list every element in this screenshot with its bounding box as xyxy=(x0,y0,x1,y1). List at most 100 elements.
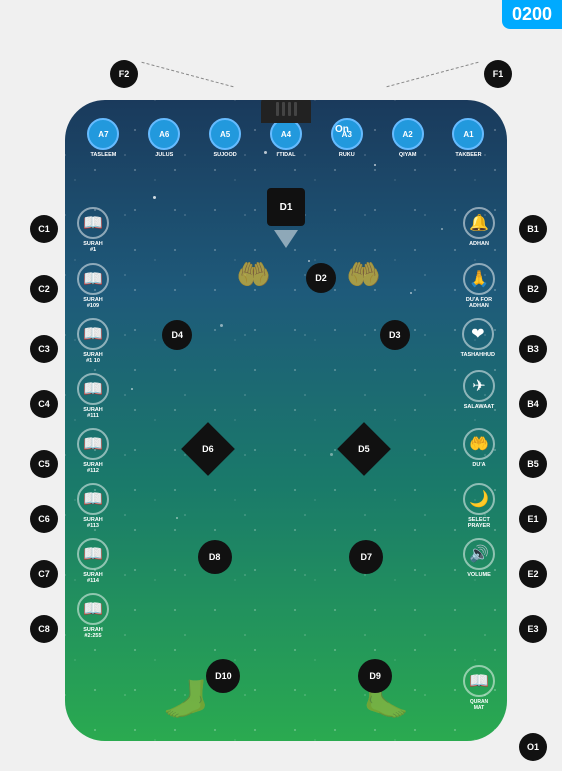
a1-group[interactable]: A1 TAKBEER xyxy=(452,118,484,158)
c5-button[interactable]: C5 xyxy=(30,450,58,478)
e1-inner-circle[interactable]: 🌙 xyxy=(463,483,495,515)
e2-button[interactable]: E2 xyxy=(519,560,547,588)
d1-group[interactable]: D1 xyxy=(267,188,305,248)
d5-diamond-wrapper[interactable]: D5 xyxy=(345,430,383,468)
c7-inner[interactable]: 📖 SURAH#114 xyxy=(77,538,109,584)
d1-button[interactable]: D1 xyxy=(267,188,305,226)
d2-group[interactable]: 🤲 D2 🤲 xyxy=(306,263,336,293)
a7-group[interactable]: A7 TASLEEM xyxy=(87,118,119,158)
d6-button[interactable]: D6 xyxy=(181,422,235,476)
b1-inner-circle[interactable]: 🔔 xyxy=(463,207,495,239)
c7-inner-label: SURAH#114 xyxy=(83,572,103,584)
d5-button[interactable]: D5 xyxy=(337,422,391,476)
c7-inner-circle[interactable]: 📖 xyxy=(77,538,109,570)
b5-inner[interactable]: 🤲 DU'A xyxy=(463,428,495,468)
b5-button[interactable]: B5 xyxy=(519,450,547,478)
a6-button[interactable]: A6 xyxy=(148,118,180,150)
b3-inner-label: TASHAHHUD xyxy=(461,352,495,358)
a4-group[interactable]: A4 I'TIDAL xyxy=(270,118,302,158)
c6-inner-label: SURAH#113 xyxy=(83,517,103,529)
d8-button-wrapper[interactable]: D8 xyxy=(198,540,232,574)
c1-inner-circle[interactable]: 📖 xyxy=(77,207,109,239)
c2-inner-label: SURAH#109 xyxy=(83,297,103,309)
a2-group[interactable]: A2 QIYAM xyxy=(392,118,424,158)
f2-dashed-line xyxy=(141,62,233,88)
c2-inner-circle[interactable]: 📖 xyxy=(77,263,109,295)
c5-inner-label: SURAH#112 xyxy=(83,462,103,474)
a2-button[interactable]: A2 xyxy=(392,118,424,150)
c5-inner-circle[interactable]: 📖 xyxy=(77,428,109,460)
d4-button[interactable]: D4 xyxy=(162,320,192,350)
e2-inner-circle[interactable]: 🔊 xyxy=(463,538,495,570)
a1-label: TAKBEER xyxy=(455,152,481,158)
e3-inner[interactable]: 📖 QURANMAT xyxy=(463,665,495,711)
a2-label: QIYAM xyxy=(399,152,417,158)
b1-inner-label: ADHAN xyxy=(469,241,489,247)
c8-inner-circle[interactable]: 📖 xyxy=(77,593,109,625)
speaker xyxy=(261,100,311,123)
product-badge: 0200 xyxy=(502,0,562,29)
a6-group[interactable]: A6 JULUS xyxy=(148,118,180,158)
c2-button[interactable]: C2 xyxy=(30,275,58,303)
b4-inner[interactable]: ✈ SALAWAAT xyxy=(463,370,495,410)
b3-inner-circle[interactable]: ❤ xyxy=(462,318,494,350)
c1-button[interactable]: C1 xyxy=(30,215,58,243)
f1-button[interactable]: F1 xyxy=(484,60,512,88)
a5-group[interactable]: A5 SUJOOD xyxy=(209,118,241,158)
c3-inner-circle[interactable]: 📖 xyxy=(77,318,109,350)
a7-label: TASLEEM xyxy=(90,152,116,158)
d7-button[interactable]: D7 xyxy=(349,540,383,574)
c3-button[interactable]: C3 xyxy=(30,335,58,363)
d9-button[interactable]: D9 xyxy=(358,659,392,693)
d7-button-wrapper[interactable]: D7 xyxy=(349,540,383,574)
e1-inner[interactable]: 🌙 SELECTPRAYER xyxy=(463,483,495,529)
a4-label: I'TIDAL xyxy=(276,152,295,158)
d8-button[interactable]: D8 xyxy=(198,540,232,574)
e1-button[interactable]: E1 xyxy=(519,505,547,533)
c4-button[interactable]: C4 xyxy=(30,390,58,418)
c8-inner[interactable]: 📖 SURAH#2:255 xyxy=(77,593,109,639)
b4-button[interactable]: B4 xyxy=(519,390,547,418)
e2-inner[interactable]: 🔊 VOLUME xyxy=(463,538,495,578)
c5-inner[interactable]: 📖 SURAH#112 xyxy=(77,428,109,474)
f2-button[interactable]: F2 xyxy=(110,60,138,88)
f1-dashed-line xyxy=(386,62,478,88)
c7-button[interactable]: C7 xyxy=(30,560,58,588)
b5-inner-circle[interactable]: 🤲 xyxy=(463,428,495,460)
c3-inner[interactable]: 📖 SURAH#1 10 xyxy=(77,318,109,364)
b4-inner-circle[interactable]: ✈ xyxy=(463,370,495,402)
b2-inner-circle[interactable]: 🙏 xyxy=(463,263,495,295)
b1-inner[interactable]: 🔔 ADHAN xyxy=(463,207,495,247)
prayer-mat: A7 TASLEEM A6 JULUS A5 SUJOOD A4 I'TIDAL… xyxy=(65,100,507,741)
d10-button[interactable]: D10 xyxy=(206,659,240,693)
a1-button[interactable]: A1 xyxy=(452,118,484,150)
b3-button[interactable]: B3 xyxy=(519,335,547,363)
b1-button[interactable]: B1 xyxy=(519,215,547,243)
c4-inner-circle[interactable]: 📖 xyxy=(77,373,109,405)
b2-inner[interactable]: 🙏 DU'A FORADHAN xyxy=(463,263,495,309)
d3-button[interactable]: D3 xyxy=(380,320,410,350)
o1-button[interactable]: O1 xyxy=(519,733,547,761)
c4-inner[interactable]: 📖 SURAH#111 xyxy=(77,373,109,419)
c2-inner[interactable]: 📖 SURAH#109 xyxy=(77,263,109,309)
c8-button[interactable]: C8 xyxy=(30,615,58,643)
d1-triangle xyxy=(274,230,298,248)
c6-button[interactable]: C6 xyxy=(30,505,58,533)
a7-button[interactable]: A7 xyxy=(87,118,119,150)
c6-inner-circle[interactable]: 📖 xyxy=(77,483,109,515)
d2-button[interactable]: D2 xyxy=(306,263,336,293)
d10-button-wrapper[interactable]: D10 xyxy=(206,659,240,693)
c1-inner[interactable]: 📖 SURAH#1 xyxy=(77,207,109,253)
e1-inner-label: SELECTPRAYER xyxy=(468,517,490,529)
d6-diamond-wrapper[interactable]: D6 xyxy=(189,430,227,468)
c8-inner-label: SURAH#2:255 xyxy=(83,627,103,639)
a5-button[interactable]: A5 xyxy=(209,118,241,150)
b3-inner[interactable]: ❤ TASHAHHUD xyxy=(461,318,495,358)
e3-button[interactable]: E3 xyxy=(519,615,547,643)
e3-inner-circle[interactable]: 📖 xyxy=(463,665,495,697)
d9-button-wrapper[interactable]: D9 xyxy=(358,659,392,693)
speaker-grill xyxy=(276,102,297,116)
b2-button[interactable]: B2 xyxy=(519,275,547,303)
c6-inner[interactable]: 📖 SURAH#113 xyxy=(77,483,109,529)
c3-inner-label: SURAH#1 10 xyxy=(83,352,103,364)
